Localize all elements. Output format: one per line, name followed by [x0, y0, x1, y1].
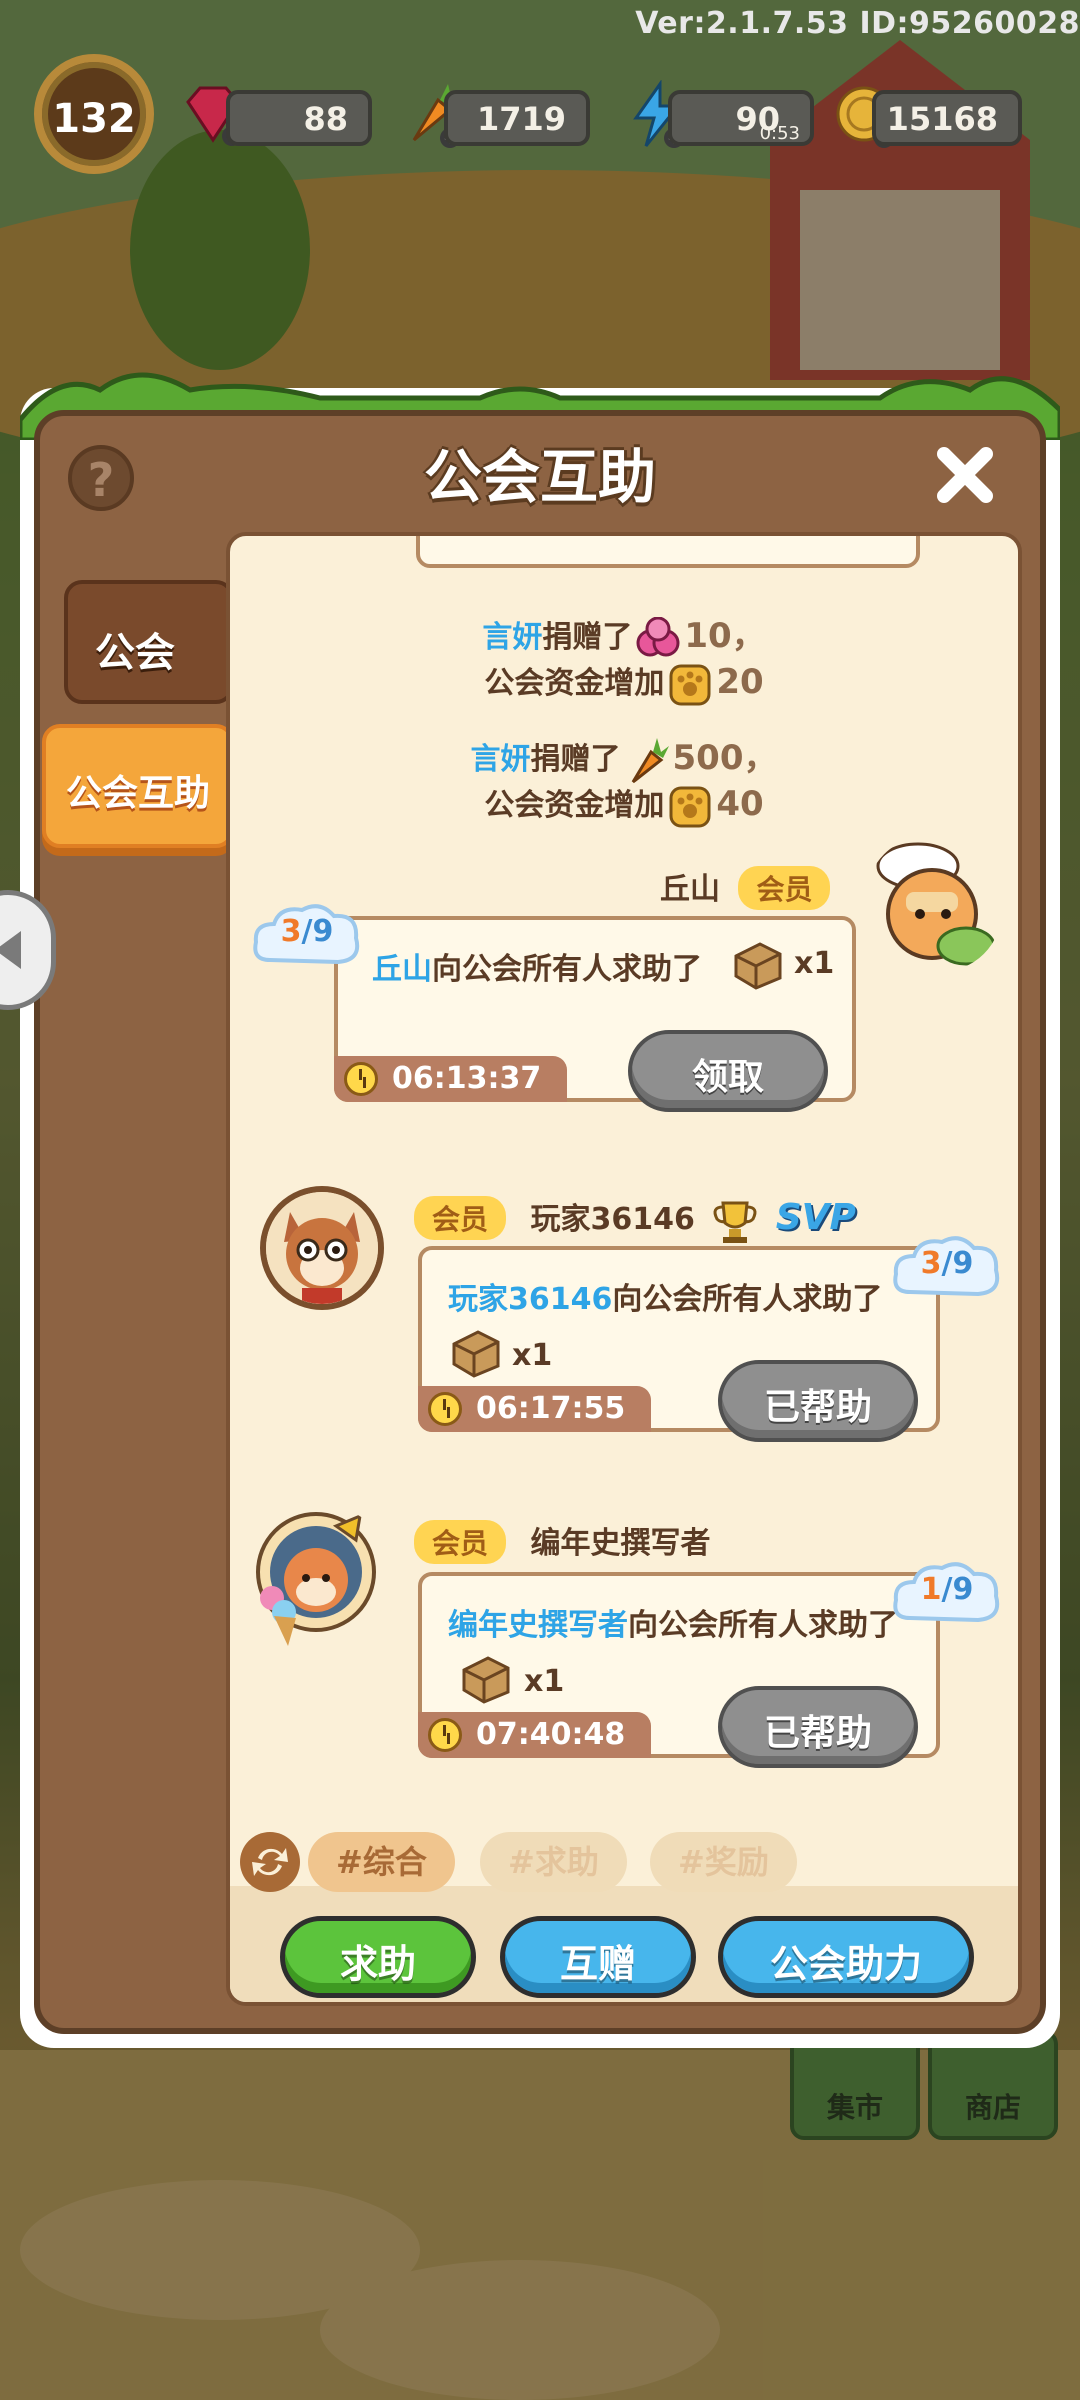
- collapse-arrow-button[interactable]: [0, 890, 56, 1010]
- tag-help-request[interactable]: #求助: [480, 1832, 627, 1892]
- arrow-left-icon: [0, 931, 21, 969]
- avatar[interactable]: [244, 1506, 388, 1650]
- claim-button[interactable]: 领取: [628, 1030, 828, 1112]
- message-sender: 丘山 会员: [660, 864, 831, 910]
- member-badge: 会员: [738, 866, 831, 910]
- member-badge: 会员: [414, 1520, 507, 1564]
- request-timer: 06:17:55: [418, 1386, 652, 1432]
- progress-cloud: 3/9: [250, 898, 364, 976]
- gems-counter[interactable]: 88: [226, 90, 372, 146]
- member-badge: 会员: [414, 1196, 507, 1240]
- trophy-icon: [713, 1201, 757, 1243]
- version-label: Ver:2.1.7.53 ID:95260028: [635, 6, 1080, 41]
- help-request-bubble: 丘山向公会所有人求助了 x1 领取 06:13:37: [334, 916, 856, 1112]
- clock-icon: [344, 1062, 378, 1096]
- carrots-counter[interactable]: 1719: [444, 90, 590, 146]
- carrot-icon: [631, 737, 669, 783]
- tag-general[interactable]: #综合: [308, 1832, 455, 1892]
- guild-chat-list[interactable]: 言妍捐赠了 10， 公会资金增加 20 言妍捐赠了 500， 公会资金增加 40 丘山 …: [226, 532, 1022, 2006]
- tag-reward[interactable]: #奖励: [650, 1832, 797, 1892]
- list-item: [416, 536, 920, 568]
- donation-line: 言妍捐赠了 10，: [230, 608, 1018, 661]
- player-level-badge[interactable]: 132: [34, 54, 154, 174]
- request-help-button[interactable]: 求助: [280, 1916, 476, 1998]
- clock-icon: [428, 1392, 462, 1426]
- progress-cloud: 1/9: [890, 1556, 1004, 1634]
- guild-boost-button[interactable]: 公会助力: [718, 1916, 974, 1998]
- crate-item-icon: [734, 942, 782, 990]
- svp-badge: SVP: [775, 1197, 856, 1238]
- chef-fox-avatar-icon: [876, 842, 996, 966]
- crate-item-icon: [452, 1330, 500, 1378]
- request-timer: 07:40:48: [418, 1712, 652, 1758]
- close-icon[interactable]: [930, 440, 1000, 510]
- avatar[interactable]: [260, 1186, 384, 1310]
- message-sender: 会员 编年史撰写者: [414, 1518, 710, 1564]
- tab-guild-help[interactable]: 公会互助: [42, 724, 234, 848]
- progress-cloud: 3/9: [890, 1230, 1004, 1308]
- clock-icon: [428, 1718, 462, 1752]
- ice-cream-fox-avatar-icon: [256, 1512, 376, 1646]
- help-button[interactable]: ?: [68, 445, 134, 511]
- request-timer: 06:13:37: [334, 1056, 568, 1102]
- coins-counter[interactable]: 15168: [872, 90, 1022, 146]
- message-sender: 会员 玩家36146 SVP: [414, 1194, 856, 1247]
- question-icon: ?: [87, 453, 115, 507]
- donation-line: 言妍捐赠了 500，: [230, 730, 1018, 786]
- avatar[interactable]: [866, 836, 1002, 972]
- gem-icon: [636, 616, 680, 656]
- help-request-bubble: 玩家36146向公会所有人求助了 x1 已帮助 06:17:55: [418, 1246, 940, 1442]
- crate-item-icon: [462, 1656, 510, 1704]
- helped-button[interactable]: 已帮助: [718, 1686, 918, 1768]
- panel-title: 公会互助: [423, 443, 656, 511]
- tab-guild[interactable]: 公会: [64, 580, 234, 704]
- energy-counter[interactable]: 90 0:53: [668, 90, 814, 146]
- fox-glasses-avatar-icon: [266, 1192, 378, 1304]
- help-request-bubble: 编年史撰写者向公会所有人求助了 x1 已帮助 07:40:48: [418, 1572, 940, 1768]
- fund-line: 公会资金增加 20: [230, 658, 1018, 707]
- helped-button[interactable]: 已帮助: [718, 1360, 918, 1442]
- paw-coin-icon: [669, 664, 711, 705]
- fund-line: 公会资金增加 40: [230, 780, 1018, 829]
- refresh-icon[interactable]: [240, 1832, 300, 1892]
- gift-exchange-button[interactable]: 互赠: [500, 1916, 696, 1998]
- paw-coin-icon: [669, 786, 711, 827]
